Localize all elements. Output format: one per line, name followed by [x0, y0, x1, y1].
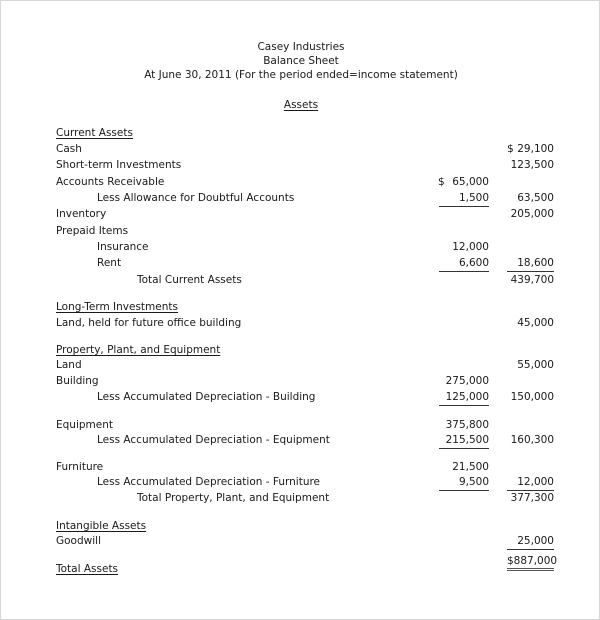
sub-amount: 275,000 — [445, 375, 489, 387]
line-label: Rent — [97, 257, 122, 269]
total-amount: 45,000 — [517, 317, 554, 329]
total-label: Total Current Assets — [137, 274, 242, 286]
sub-amount: 1,500 — [439, 191, 489, 207]
total-current-assets-row: Total Current Assets 439,700 — [1, 273, 600, 288]
ppe-heading-row: Property, Plant, and Equipment — [1, 343, 600, 358]
total-amount: 150,000 — [510, 391, 554, 403]
line-item-short-term-investments: Short-term Investments 123,500 — [1, 158, 600, 173]
line-item-accounts-receivable: Accounts Receivable $65,000 — [1, 175, 600, 190]
total-amount: 205,000 — [510, 208, 554, 220]
total-label: Total Property, Plant, and Equipment — [137, 492, 330, 504]
line-label: Less Accumulated Depreciation - Building — [97, 391, 316, 403]
line-item-dep-equipment: Less Accumulated Depreciation - Equipmen… — [1, 433, 600, 449]
long-term-investments-heading-row: Long-Term Investments — [1, 300, 600, 315]
total-amount: 63,500 — [517, 192, 554, 204]
total-amount: 18,600 — [507, 256, 554, 272]
currency-symbol: $ — [507, 143, 514, 155]
line-item-inventory: Inventory 205,000 — [1, 207, 600, 222]
line-item-building: Building 275,000 — [1, 374, 600, 389]
ppe-heading: Property, Plant, and Equipment — [56, 344, 221, 356]
line-item-dep-building: Less Accumulated Depreciation - Building… — [1, 390, 600, 406]
line-label: Building — [56, 375, 99, 387]
sub-amount: $65,000 — [431, 175, 489, 190]
line-item-cash: Cash $29,100 — [1, 142, 600, 157]
total-amount: 160,300 — [510, 434, 554, 446]
total-amount: $29,100 — [496, 142, 554, 157]
sub-amount: 9,500 — [439, 475, 489, 491]
line-item-furniture: Furniture 21,500 — [1, 460, 600, 475]
line-item-allowance-doubtful: Less Allowance for Doubtful Accounts 1,5… — [1, 191, 600, 207]
line-label: Inventory — [56, 208, 107, 220]
amount-value: 65,000 — [452, 176, 489, 188]
intangible-assets-heading-row: Intangible Assets — [1, 519, 600, 534]
line-item-equipment: Equipment 375,800 — [1, 418, 600, 433]
sub-amount: 6,600 — [439, 256, 489, 272]
total-amount: 439,700 — [510, 274, 554, 286]
line-item-land: Land 55,000 — [1, 358, 600, 373]
line-label: Furniture — [56, 461, 104, 473]
total-amount: 25,000 — [507, 534, 554, 550]
line-label: Equipment — [56, 419, 113, 431]
sub-amount: 375,800 — [445, 419, 489, 431]
line-label: Prepaid Items — [56, 225, 129, 237]
sub-amount: 215,500 — [439, 433, 489, 449]
line-label: Cash — [56, 143, 82, 155]
statement-title: Balance Sheet — [263, 55, 339, 67]
line-label: Land — [56, 359, 82, 371]
long-term-investments-heading: Long-Term Investments — [56, 301, 178, 313]
sub-amount: 21,500 — [452, 461, 489, 473]
company-name: Casey Industries — [257, 41, 345, 53]
total-amount: 12,000 — [507, 475, 554, 491]
line-label: Insurance — [97, 241, 149, 253]
line-label: Less Accumulated Depreciation - Furnitur… — [97, 476, 321, 488]
total-amount: 55,000 — [517, 359, 554, 371]
total-assets-row: Total Assets — [1, 562, 600, 577]
intangible-assets-heading: Intangible Assets — [56, 520, 147, 532]
currency-symbol: $ — [438, 176, 445, 188]
line-label: Short-term Investments — [56, 159, 182, 171]
sub-amount: 125,000 — [439, 390, 489, 406]
total-amount: 377,300 — [510, 492, 554, 504]
line-label: Accounts Receivable — [56, 176, 165, 188]
current-assets-heading: Current Assets — [56, 127, 133, 139]
total-amount: 123,500 — [510, 159, 554, 171]
total-assets-label: Total Assets — [56, 563, 119, 575]
statement-date: At June 30, 2011 (For the period ended=i… — [144, 69, 458, 81]
total-ppe-row: Total Property, Plant, and Equipment 377… — [1, 491, 600, 506]
line-label: Goodwill — [56, 535, 101, 547]
line-item-goodwill: Goodwill 25,000 — [1, 534, 600, 550]
line-label: Less Allowance for Doubtful Accounts — [97, 192, 295, 204]
section-title-assets: Assets — [283, 99, 319, 111]
current-assets-heading-row: Current Assets — [1, 126, 600, 141]
line-item-insurance: Insurance 12,000 — [1, 240, 600, 255]
line-label: Land, held for future office building — [56, 317, 242, 329]
amount-value: 29,100 — [517, 143, 554, 155]
line-item-rent: Rent 6,600 18,600 — [1, 256, 600, 272]
line-item-prepaid-items: Prepaid Items — [1, 224, 600, 239]
document-page: Casey Industries Balance Sheet At June 3… — [0, 0, 600, 620]
line-label: Less Accumulated Depreciation - Equipmen… — [97, 434, 330, 446]
sub-amount: 12,000 — [452, 241, 489, 253]
line-item-land-future: Land, held for future office building 45… — [1, 316, 600, 331]
line-item-dep-furniture: Less Accumulated Depreciation - Furnitur… — [1, 475, 600, 491]
